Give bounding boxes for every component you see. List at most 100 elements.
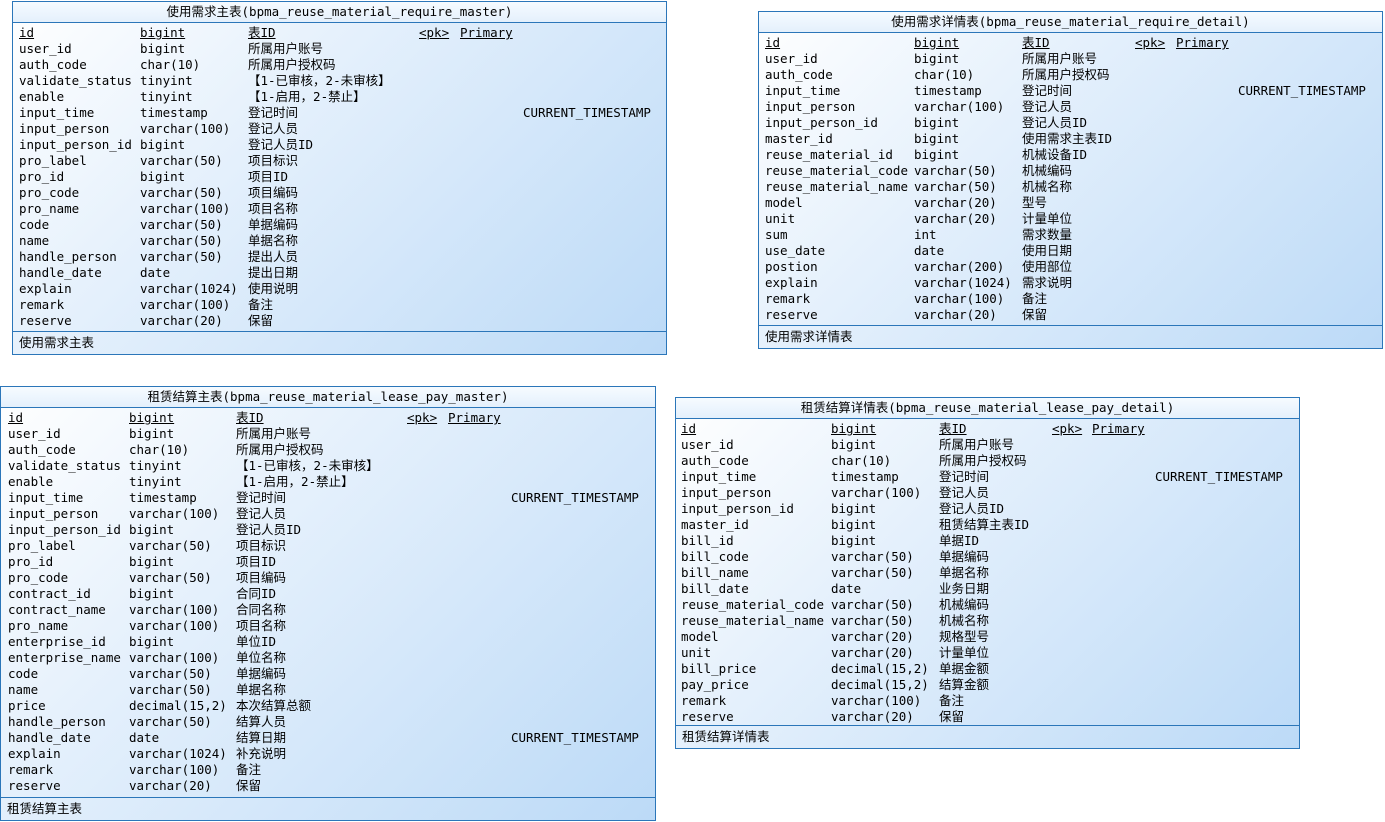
column-comment: 登记人员ID [1022,115,1088,130]
column-row: validate_status tinyint 【1-已审核，2-未审核】 [1,458,655,474]
column-comment: 计量单位 [1022,211,1073,226]
column-row: reserve varchar(20) 保留 [1,778,655,794]
column-row: input_time timestamp 登记时间 CURRENT_TIMESTAMP [13,105,666,121]
entity-require-detail[interactable]: 使用需求详情表(bpma_reuse_material_require_deta… [758,11,1383,349]
column-comment: 【1-已审核，2-未审核】 [236,458,379,473]
column-type: char(10) [140,57,201,72]
column-name: auth_code [681,453,749,468]
column-type: varchar(50) [831,549,914,564]
column-type: varchar(20) [914,307,997,322]
entity-footer: 使用需求主表 [13,331,666,354]
column-row: user_id bigint 所属用户账号 [13,41,666,57]
column-name: enterprise_id [8,634,106,649]
column-name: remark [765,291,811,306]
entity-lease-pay-detail[interactable]: 租赁结算详情表(bpma_reuse_material_lease_pay_de… [675,397,1300,749]
primary-key-row: id bigint 表ID <pk> Primary [759,35,1382,51]
column-row: explain varchar(1024) 使用说明 [13,281,666,297]
column-comment: 结算日期 [236,730,287,745]
column-type: timestamp [129,490,197,505]
column-comment: 项目名称 [236,618,287,633]
column-comment: 备注 [1022,291,1048,306]
column-type: varchar(50) [140,153,223,168]
column-type: varchar(100) [129,506,220,521]
column-row: input_person_id bigint 登记人员ID [13,137,666,153]
column-comment: 单位名称 [236,650,287,665]
entity-lease-pay-master[interactable]: 租赁结算主表(bpma_reuse_material_lease_pay_mas… [0,386,656,821]
column-row: model varchar(20) 规格型号 [676,629,1299,645]
column-name: input_time [8,490,84,505]
column-comment: 机械设备ID [1022,147,1088,162]
column-comment: 所属用户账号 [939,437,1015,452]
column-type: varchar(100) [914,99,1005,114]
column-name: pro_code [8,570,69,585]
entity-title: 租赁结算主表(bpma_reuse_material_lease_pay_mas… [1,387,655,408]
column-name: model [681,629,719,644]
column-row: handle_person varchar(50) 提出人员 [13,249,666,265]
column-comment: 单据编码 [248,217,299,232]
column-name: bill_name [681,565,749,580]
column-name: master_id [765,131,833,146]
column-name: handle_person [19,249,117,264]
column-comment: 需求数量 [1022,227,1073,242]
column-type: varchar(200) [914,259,1005,274]
column-name: enable [8,474,54,489]
column-default: CURRENT_TIMESTAMP [511,730,639,745]
primary-key-row: id bigint 表ID <pk> Primary [676,421,1299,437]
column-comment: 项目ID [248,169,289,184]
column-row: handle_date date 结算日期 CURRENT_TIMESTAMP [1,730,655,746]
column-comment: 提出人员 [248,249,299,264]
column-row: unit varchar(20) 计量单位 [759,211,1382,227]
column-row: user_id bigint 所属用户账号 [1,426,655,442]
column-name: reuse_material_code [681,597,824,612]
column-name: pro_name [8,618,69,633]
column-row: auth_code char(10) 所属用户授权码 [676,453,1299,469]
column-type: date [831,581,862,596]
column-type: varchar(50) [140,233,223,248]
column-type: tinyint [140,89,193,104]
column-row: pro_code varchar(50) 项目编码 [13,185,666,201]
column-comment: 使用需求主表ID [1022,131,1113,146]
column-row: explain varchar(1024) 需求说明 [759,275,1382,291]
column-row: pay_price decimal(15,2) 结算金额 [676,677,1299,693]
entity-require-master[interactable]: 使用需求主表(bpma_reuse_material_require_maste… [12,1,667,355]
pk-constraint-name: Primary [1092,421,1145,436]
column-row: handle_person varchar(50) 结算人员 [1,714,655,730]
column-row: auth_code char(10) 所属用户授权码 [759,67,1382,83]
column-type: varchar(100) [140,201,231,216]
column-name: reuse_material_code [765,163,908,178]
column-row: reuse_material_code varchar(50) 机械编码 [759,163,1382,179]
column-comment: 使用说明 [248,281,299,296]
column-name: explain [19,281,72,296]
column-type: varchar(50) [129,538,212,553]
column-name: contract_id [8,586,91,601]
column-name: user_id [8,426,61,441]
column-comment: 备注 [236,762,262,777]
column-type: bigint [129,586,175,601]
column-row: contract_id bigint 合同ID [1,586,655,602]
column-comment: 所属用户授权码 [248,57,336,72]
column-comment: 登记人员 [236,506,287,521]
column-type: varchar(20) [831,709,914,724]
column-comment: 保留 [236,778,262,793]
column-comment: 保留 [939,709,965,724]
column-row: pro_id bigint 项目ID [13,169,666,185]
column-comment: 机械名称 [939,613,990,628]
column-row: pro_name varchar(100) 项目名称 [1,618,655,634]
column-type: varchar(50) [140,217,223,232]
column-comment: 结算人员 [236,714,287,729]
column-comment: 登记时间 [236,490,287,505]
column-type: tinyint [140,73,193,88]
column-row: unit varchar(20) 计量单位 [676,645,1299,661]
column-type: date [140,265,171,280]
column-name: id [681,421,697,436]
column-name: pro_label [19,153,87,168]
column-type: bigint [914,35,960,50]
column-row: pro_label varchar(50) 项目标识 [1,538,655,554]
column-name: auth_code [765,67,833,82]
column-name: input_person_id [681,501,794,516]
pk-constraint-name: Primary [1176,35,1229,50]
column-comment: 登记人员 [248,121,299,136]
column-default: CURRENT_TIMESTAMP [1155,469,1283,484]
column-row: remark varchar(100) 备注 [1,762,655,778]
column-name: postion [765,259,818,274]
